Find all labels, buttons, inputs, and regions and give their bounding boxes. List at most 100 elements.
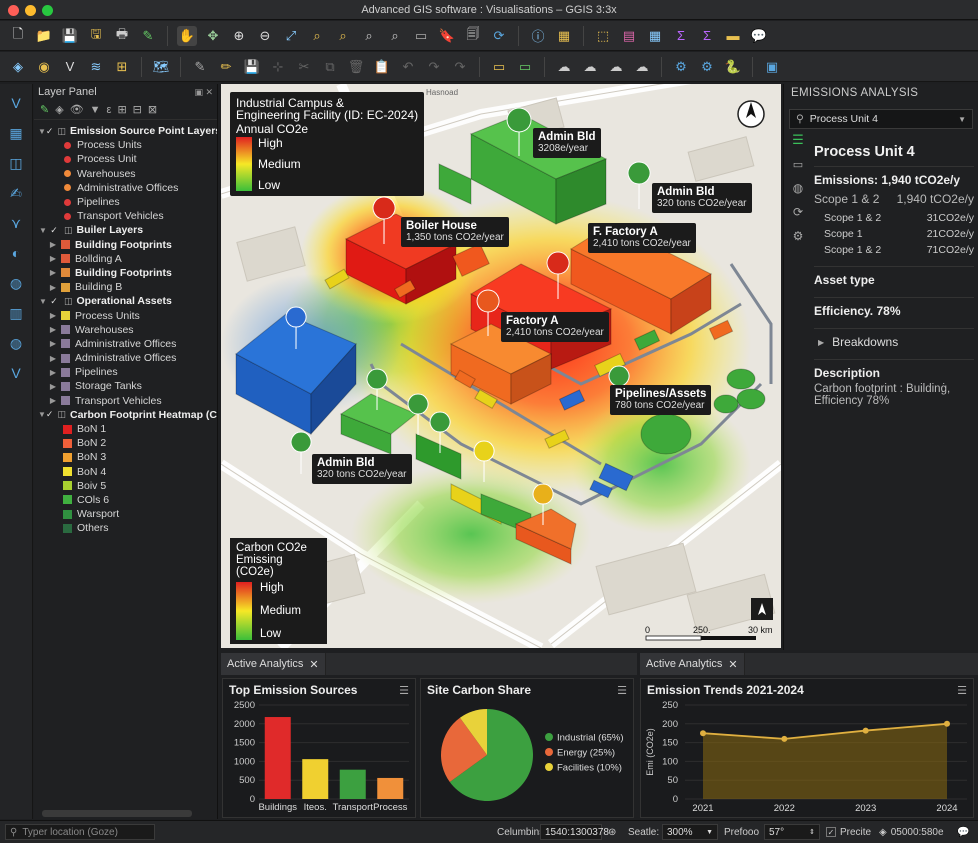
chevron-down-icon[interactable]: ▼ xyxy=(38,127,46,136)
bookmark-icon[interactable]: 🔖 xyxy=(437,26,457,46)
add-csv-icon[interactable]: ⊞ xyxy=(112,57,132,77)
chevron-right-icon[interactable]: ▶ xyxy=(48,339,58,348)
heatmap-class-item[interactable]: BoN 4 xyxy=(34,465,217,479)
pan-to-selection-icon[interactable]: ✥ xyxy=(203,26,223,46)
add-virtual-layer-icon[interactable]: V xyxy=(5,362,27,384)
layer-panel-scrollbar[interactable] xyxy=(42,810,192,817)
field-calculator-icon[interactable]: ▦ xyxy=(645,26,665,46)
filter-legend-icon[interactable]: ▼ xyxy=(90,104,101,116)
crs-button[interactable]: ◈ 05000:580e xyxy=(879,827,944,838)
measure-icon[interactable]: ▬ xyxy=(723,26,743,46)
zoom-full-icon[interactable]: ⤢ xyxy=(281,26,301,46)
map-label-admin-bld-1[interactable]: Admin Bld 3208e/year xyxy=(533,128,601,158)
layer-item[interactable]: Administrative Offices xyxy=(34,181,217,195)
layer-group[interactable]: ▼ ✓ ◫ Operational Assets xyxy=(34,294,217,308)
panel-close-icon[interactable]: ▣ ✕ xyxy=(194,87,213,98)
new-project-icon[interactable]: 🗋 xyxy=(8,26,28,46)
calendar-icon[interactable]: ▤ xyxy=(619,26,639,46)
georeferencer-icon[interactable]: 🗺 xyxy=(151,57,171,77)
checkbox-checked-icon[interactable]: ✓ xyxy=(46,409,54,420)
copy-icon[interactable]: ⧉ xyxy=(320,57,340,77)
coordinate-field[interactable]: 1540:1300378 xyxy=(540,824,609,840)
show-bookmarks-icon[interactable]: 🗐 xyxy=(463,26,483,46)
chevron-right-icon[interactable]: ▶ xyxy=(48,396,58,405)
chevron-right-icon[interactable]: ▶ xyxy=(48,268,58,277)
chevron-down-icon[interactable]: ▼ xyxy=(38,226,48,235)
map-canvas[interactable]: Industrial Campus & Engineering Facility… xyxy=(221,84,781,648)
layer-item[interactable]: Process Units xyxy=(34,138,217,152)
zoom-layer-icon[interactable]: ⌕ xyxy=(307,26,327,46)
rotation-field[interactable]: 57° ⇕ xyxy=(764,824,820,840)
tab-active-analytics-2[interactable]: Active Analytics ✕ xyxy=(640,653,745,675)
map-label-admin-bld-3[interactable]: Admin Bld 320 tons CO2e/year xyxy=(312,454,412,484)
chevron-down-icon[interactable]: ▼ xyxy=(38,410,46,419)
collapse-all-icon[interactable]: ⊟ xyxy=(133,103,142,116)
add-raster-icon[interactable]: ◉ xyxy=(34,57,54,77)
save-as-icon[interactable]: 🖫 xyxy=(86,26,106,46)
zoom-next-icon[interactable]: ⌕ xyxy=(385,26,405,46)
remove-layer-icon[interactable]: ⊠ xyxy=(148,103,157,116)
layer-item[interactable]: ▶ Building Footprints xyxy=(34,238,217,252)
tab-active-analytics-1[interactable]: Active Analytics ✕ xyxy=(221,653,326,675)
print-layout-icon[interactable]: 🖶 xyxy=(112,26,132,46)
show-label-icon[interactable]: ☁ xyxy=(632,57,652,77)
layer-group[interactable]: ▼ ✓ ◫ Emission Source Point Layers xyxy=(34,124,217,138)
processing-toolbox-icon[interactable]: ⚙ xyxy=(671,57,691,77)
layer-style-icon[interactable]: ◈ xyxy=(8,57,28,77)
statistics-sum-icon[interactable]: Σ xyxy=(671,26,691,46)
layer-item[interactable]: ▶ Building B xyxy=(34,280,217,294)
new-map-view-icon[interactable]: ▭ xyxy=(411,26,431,46)
zoom-in-icon[interactable]: ⊕ xyxy=(229,26,249,46)
maximize-window-button[interactable] xyxy=(42,5,53,16)
layer-item[interactable]: ▶ Administrative Offices xyxy=(34,351,217,365)
move-label-icon[interactable]: ☁ xyxy=(554,57,574,77)
attribute-table-icon[interactable]: ▦ xyxy=(554,26,574,46)
layer-item[interactable]: Transport Vehicles xyxy=(34,209,217,223)
manage-visibility-icon[interactable]: 👁 xyxy=(70,103,84,116)
zoom-last-icon[interactable]: ⌕ xyxy=(359,26,379,46)
statistics-summary-icon[interactable]: Σ xyxy=(697,26,717,46)
layer-item[interactable]: ▶ Transport Vehicles xyxy=(34,394,217,408)
rotate-label-icon[interactable]: ☁ xyxy=(580,57,600,77)
redo-icon[interactable]: ↷ xyxy=(424,57,444,77)
layer-item[interactable]: ▶ Process Units xyxy=(34,308,217,322)
select-features-icon[interactable]: ⬚ xyxy=(593,26,613,46)
save-project-icon[interactable]: 💾 xyxy=(60,26,80,46)
layer-item[interactable]: ▶ Bollding A xyxy=(34,252,217,266)
add-mesh-layer-icon[interactable]: ◫ xyxy=(5,152,27,174)
redo-alt-icon[interactable]: ↷ xyxy=(450,57,470,77)
sync-icon[interactable]: ⟳ xyxy=(793,205,803,219)
breakdowns-toggle[interactable]: ▶ Breakdowns xyxy=(814,335,974,349)
label-tool-icon[interactable]: ▭ xyxy=(489,57,509,77)
identify-icon[interactable]: ⓘ xyxy=(528,26,548,46)
layer-item[interactable]: Warehouses xyxy=(34,167,217,181)
map-label-admin-bld-2[interactable]: Admin Bld 320 tons CO2e/year xyxy=(652,183,752,213)
checkbox-checked-icon[interactable]: ✓ xyxy=(48,225,60,236)
chevron-right-icon[interactable]: ▶ xyxy=(48,354,58,363)
toggle-edit-icon[interactable]: ✏ xyxy=(216,57,236,77)
layer-item[interactable]: ▶ Administrative Offices xyxy=(34,337,217,351)
edit-pencil-icon[interactable]: ✎ xyxy=(190,57,210,77)
add-wms-layer-icon[interactable]: ◍ xyxy=(5,272,27,294)
style-manager-icon[interactable]: ✎ xyxy=(138,26,158,46)
chevron-right-icon[interactable]: ▶ xyxy=(48,254,58,263)
process-unit-dropdown[interactable]: ⚲ Process Unit 4 ▼ xyxy=(789,109,973,129)
add-wfs-layer-icon[interactable]: ◍ xyxy=(5,332,27,354)
save-edits-icon[interactable]: 💾 xyxy=(242,57,262,77)
map-label-boiler-house[interactable]: Boiler House 1,350 tons CO2e/year xyxy=(401,217,509,247)
map-label-pipelines-assets[interactable]: Pipelines/Assets 780 tons CO2e/year xyxy=(610,385,712,415)
open-styling-icon[interactable]: ✎ xyxy=(40,103,49,116)
map-label-factory-a[interactable]: Factory A 2,410 tons CO2e/year xyxy=(501,312,609,342)
add-feature-icon[interactable]: ⊹ xyxy=(268,57,288,77)
cut-icon[interactable]: ✂ xyxy=(294,57,314,77)
chevron-right-icon[interactable]: ▶ xyxy=(48,283,58,292)
render-checkbox[interactable]: ✓ Precite xyxy=(826,827,871,838)
model-designer-icon[interactable]: ⚙ xyxy=(697,57,717,77)
extents-icon[interactable]: ⊛ xyxy=(608,827,616,838)
add-wms-icon[interactable]: ≋ xyxy=(86,57,106,77)
map-tips-icon[interactable]: 💬 xyxy=(749,26,769,46)
heatmap-class-item[interactable]: BoN 3 xyxy=(34,450,217,464)
chevron-right-icon[interactable]: ▶ xyxy=(48,311,58,320)
list-view-icon[interactable]: ☰ xyxy=(792,132,804,148)
chevron-right-icon[interactable]: ▶ xyxy=(48,382,58,391)
